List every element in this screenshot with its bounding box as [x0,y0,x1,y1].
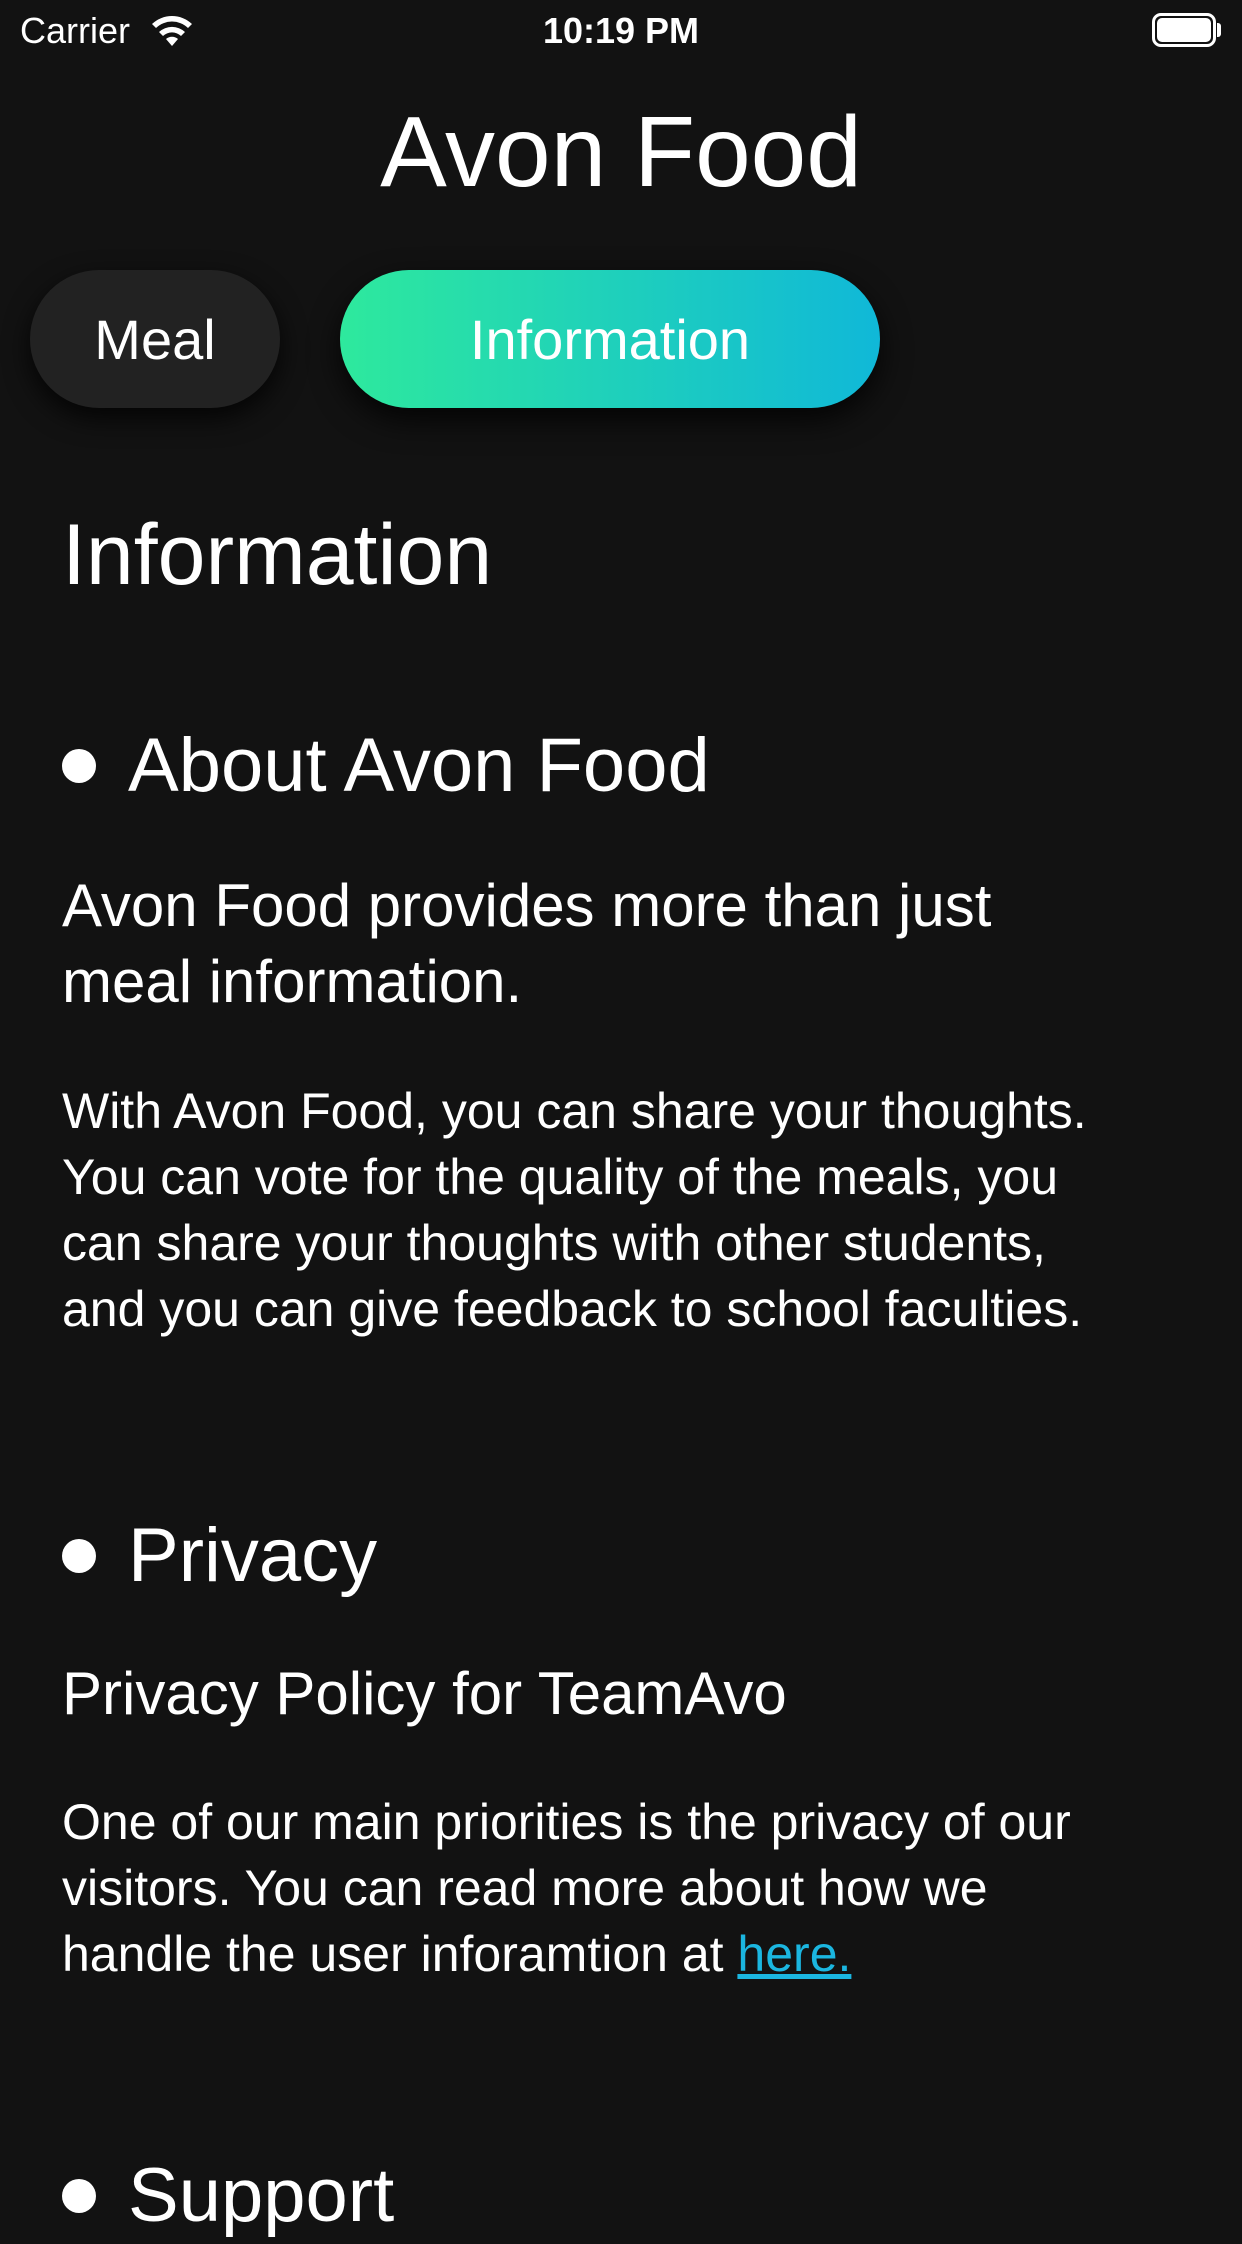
tab-meal-label: Meal [94,307,216,371]
bullet-icon [62,749,96,783]
section-about-subtitle-line: meal information. [62,948,523,1015]
tab-information[interactable]: Information [340,270,880,408]
section-support-title: Support [128,2153,395,2238]
body-line: One of our main priorities is the privac… [62,1794,1071,1850]
bullet-icon [62,1539,96,1573]
tab-meal[interactable]: Meal [30,270,280,408]
body-line: You can vote for the quality of the meal… [62,1149,1058,1205]
section-privacy-subtitle: Privacy Policy for TeamAvo [62,1660,787,1727]
section-about-subtitle: Avon Food provides more than just meal i… [62,868,1202,1020]
app-title: Avon Food [380,96,862,208]
section-about-subtitle-line: Avon Food provides more than just [62,872,992,939]
body-line: handle the user inforamtion at here. [62,1921,1212,1987]
body-line: can share your thoughts with other stude… [62,1215,1046,1271]
section-about-title: About Avon Food [128,723,710,808]
body-line: visitors. You can read more about how we [62,1860,988,1916]
status-time: 10:19 PM [542,10,700,51]
tab-information-label: Information [469,307,751,371]
page-title: Information [62,507,493,603]
status-bar: Carrier 10:19 PM [0,0,1242,62]
body-line-text: handle the user inforamtion at [62,1926,738,1982]
section-privacy-body: One of our main priorities is the privac… [62,1789,1212,1987]
body-line: and you can give feedback to school facu… [62,1281,1083,1337]
section-privacy-title: Privacy [128,1513,378,1598]
section-privacy-heading: Privacy [62,1508,377,1604]
battery-full-icon [1152,13,1221,47]
section-support-heading: Support [62,2148,394,2244]
section-about-body: With Avon Food, you can share your thoug… [62,1078,1212,1342]
body-line: With Avon Food, you can share your thoug… [62,1083,1087,1139]
section-about-heading: About Avon Food [62,718,710,814]
privacy-policy-link[interactable]: here. [737,1926,851,1982]
